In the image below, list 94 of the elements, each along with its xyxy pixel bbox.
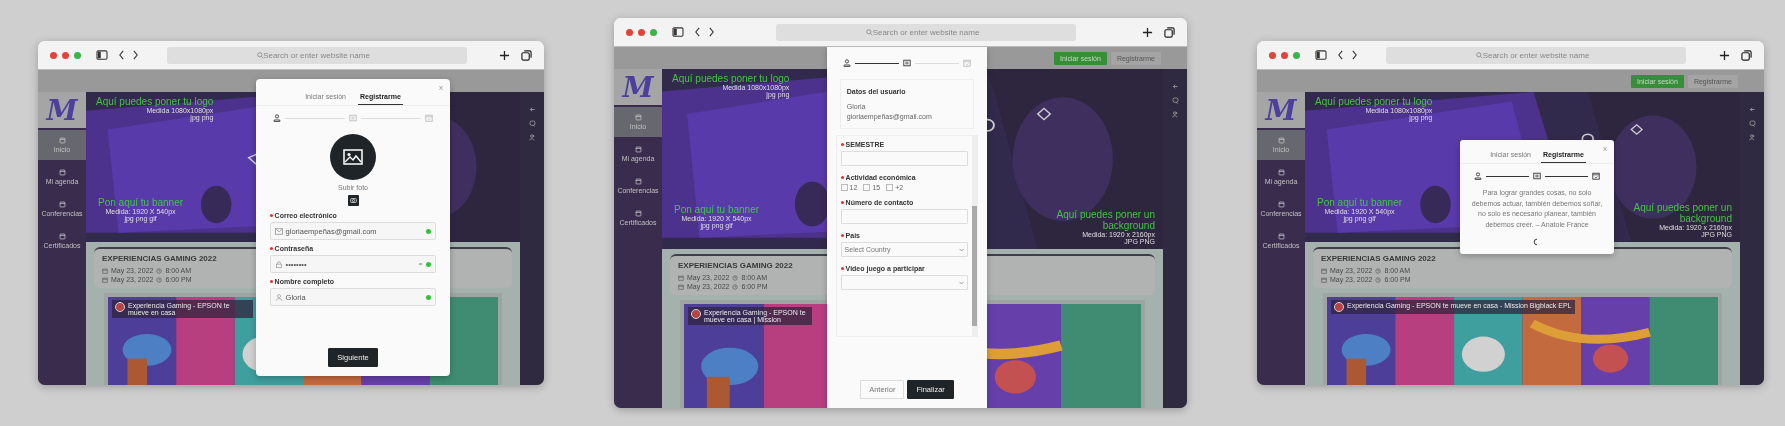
calendar-icon — [102, 276, 108, 283]
photo-upload[interactable] — [330, 134, 376, 180]
input-field[interactable] — [840, 209, 969, 224]
new-tab-icon[interactable] — [1719, 49, 1730, 61]
back-icon[interactable] — [1336, 50, 1345, 60]
calendar-icon — [634, 178, 642, 185]
channel-icon — [115, 302, 125, 312]
hero-heading: Pon aquí tu banner — [674, 204, 760, 215]
hero-heading: Pon aquí tu banner — [1317, 197, 1403, 208]
calendar-icon — [58, 201, 66, 208]
close-button[interactable] — [626, 28, 633, 36]
back-icon[interactable] — [117, 50, 126, 60]
minimize-button[interactable] — [62, 51, 69, 59]
tabs-icon[interactable] — [1164, 26, 1175, 38]
hero-heading: Aquí puedes poner tu logo — [96, 96, 214, 107]
caret-icon — [959, 280, 965, 285]
forward-icon[interactable] — [131, 50, 140, 60]
calendar-icon — [1321, 276, 1327, 283]
site-logo: M — [38, 92, 86, 128]
event-title: EXPERIENCIAS GAMING 2022 — [1321, 254, 1436, 263]
calendar-icon — [1277, 137, 1285, 144]
scrollbar[interactable] — [972, 136, 978, 336]
calendar-icon — [634, 146, 642, 153]
clock-icon — [156, 267, 163, 274]
calendar-icon — [58, 169, 66, 176]
minimize-button[interactable] — [1281, 51, 1288, 59]
maximize-button[interactable] — [74, 51, 81, 59]
users-icon[interactable] — [1748, 134, 1756, 141]
calendar-icon — [634, 210, 642, 217]
hero-heading: Aquí puedes poner tu logo — [672, 73, 790, 84]
channel-icon — [691, 309, 701, 319]
calendar-icon — [1321, 267, 1327, 274]
hero-heading: Aquí puedes poner tu logo — [1315, 96, 1433, 107]
calendar-icon — [58, 137, 66, 144]
users-icon[interactable] — [1171, 111, 1179, 118]
chat-icon[interactable] — [528, 120, 536, 127]
chat-icon[interactable] — [1748, 120, 1756, 127]
event-title: EXPERIENCIAS GAMING 2022 — [102, 254, 217, 263]
calendar-icon — [1277, 233, 1285, 240]
clock-icon — [732, 283, 739, 290]
sidebar-icon[interactable] — [96, 50, 108, 60]
lock-icon — [274, 260, 283, 268]
step-connector — [1485, 175, 1529, 177]
search-icon — [1476, 51, 1483, 59]
arrow-left-icon[interactable] — [528, 106, 536, 113]
chat-icon[interactable] — [1171, 97, 1179, 104]
hero-heading: Aquí puedes poner un background — [1055, 209, 1155, 231]
tabs-icon[interactable] — [521, 49, 532, 61]
maximize-button[interactable] — [650, 28, 657, 36]
new-tab-icon[interactable] — [499, 49, 510, 61]
mail-icon — [274, 227, 283, 235]
clock-icon — [732, 274, 739, 281]
tabs-icon[interactable] — [1741, 49, 1752, 61]
calendar-icon — [678, 274, 684, 281]
caret-icon — [959, 247, 965, 252]
calendar-icon — [678, 283, 684, 290]
close-button[interactable] — [50, 51, 57, 59]
calendar-icon — [1277, 169, 1285, 176]
calendar-icon — [634, 114, 642, 121]
user-icon — [274, 293, 283, 301]
search-icon — [866, 28, 873, 36]
search-icon — [256, 51, 264, 59]
select-field[interactable] — [840, 275, 969, 290]
calendar-icon — [58, 233, 66, 240]
clock-icon — [1375, 267, 1382, 274]
users-icon[interactable] — [528, 134, 536, 141]
arrow-left-icon[interactable] — [1748, 106, 1756, 113]
maximize-button[interactable] — [1293, 51, 1300, 59]
close-button[interactable] — [1269, 51, 1276, 59]
step-connector — [1545, 175, 1589, 177]
image-icon — [343, 149, 363, 165]
sidebar-icon[interactable] — [672, 27, 684, 37]
site-logo: M — [614, 69, 662, 105]
calendar-icon — [102, 267, 108, 274]
arrow-left-icon[interactable] — [1171, 83, 1179, 90]
calendar-icon — [1277, 201, 1285, 208]
address-bar[interactable]: Search or enter website name — [776, 23, 1076, 41]
clock-icon — [156, 276, 163, 283]
address-bar[interactable]: Search or enter website name — [1386, 46, 1686, 64]
new-tab-icon[interactable] — [1142, 26, 1153, 38]
minimize-button[interactable] — [638, 28, 645, 36]
forward-icon[interactable] — [1350, 50, 1359, 60]
event-title: EXPERIENCIAS GAMING 2022 — [678, 261, 793, 270]
step-connector — [855, 62, 899, 64]
address-bar[interactable]: Search or enter website name — [166, 46, 467, 64]
clock-icon — [1375, 276, 1382, 283]
forward-icon[interactable] — [707, 27, 716, 37]
hero-heading: Aquí puedes poner un background — [1632, 202, 1732, 224]
sidebar-icon[interactable] — [1315, 50, 1327, 60]
hero-heading: Pon aquí tu banner — [98, 197, 184, 208]
back-icon[interactable] — [693, 27, 702, 37]
camera-button[interactable] — [347, 195, 359, 206]
site-logo: M — [1257, 92, 1305, 128]
input-field[interactable] — [840, 151, 969, 166]
